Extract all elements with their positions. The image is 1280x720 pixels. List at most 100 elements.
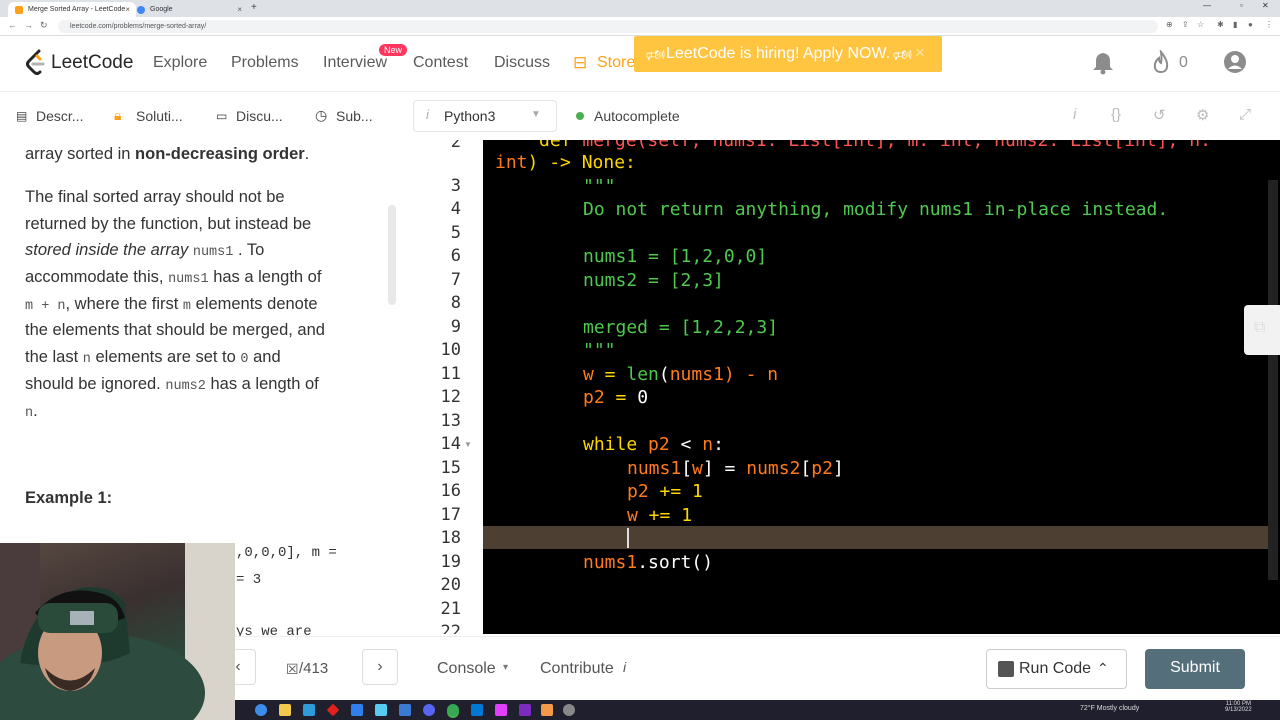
nav-contest[interactable]: Contest [413, 54, 468, 72]
code-line: nums1.sort() [583, 552, 713, 573]
editor-scrollbar[interactable] [1268, 180, 1278, 580]
fold-arrow-icon[interactable]: ▼ [464, 440, 472, 449]
settings-icon[interactable] [563, 704, 575, 716]
store-app-icon[interactable] [351, 704, 363, 716]
discord-icon[interactable] [423, 704, 435, 716]
back-icon[interactable]: ← [8, 20, 17, 30]
avatar-icon[interactable] [1223, 50, 1247, 74]
streak-count: 0 [1179, 54, 1188, 71]
nav-problems[interactable]: Problems [231, 54, 299, 72]
bell-icon[interactable] [1092, 51, 1114, 75]
autocomplete-toggle[interactable]: Autocomplete [594, 108, 680, 124]
extensions-icon[interactable]: ✱ [1217, 20, 1224, 29]
maximize-icon[interactable]: ▫ [1240, 1, 1243, 10]
desc-line: The final sorted array should not be [25, 188, 285, 206]
url-field[interactable]: leetcode.com/problems/merge-sorted-array… [58, 20, 1158, 33]
profile-icon[interactable]: ● [1248, 20, 1253, 29]
weather-widget[interactable]: 72°F Mostly cloudy [1080, 705, 1139, 712]
tab-submissions[interactable]: Sub... [336, 108, 373, 124]
close-icon[interactable]: × [915, 43, 925, 63]
code-token: [ [681, 458, 693, 479]
hiring-toast[interactable]: 🕬 LeetCode is hiring! Apply NOW. 🕬 × [634, 36, 942, 72]
code-token: ( [658, 364, 670, 385]
fullscreen-icon[interactable]: ⤢ [1239, 106, 1251, 123]
app-icon[interactable] [399, 704, 411, 716]
language-select[interactable]: i Python3 ▼ [413, 100, 557, 132]
chrome-icon[interactable] [447, 704, 459, 716]
side-tab-handle[interactable]: ⧉ [1244, 305, 1280, 355]
leetcode-logo-icon[interactable] [25, 49, 47, 75]
info-icon[interactable]: i [623, 659, 626, 675]
desc-line: m + n, where the first m elements denote [25, 295, 318, 314]
reset-icon[interactable]: ↺ [1153, 106, 1166, 124]
current-line-highlight [483, 526, 1268, 549]
line-number: 17 [440, 505, 461, 525]
browser-tab-leetcode[interactable]: Merge Sorted Array - LeetCode × [8, 2, 136, 17]
nav-explore[interactable]: Explore [153, 54, 207, 72]
forward-icon[interactable]: → [24, 20, 33, 30]
line-number: 4 [450, 199, 461, 219]
tab-title: Merge Sorted Array - LeetCode [28, 6, 126, 13]
flame-icon[interactable] [1151, 50, 1171, 74]
clock[interactable]: 11:00 PM 9/13/2022 [1225, 701, 1252, 713]
toast-text[interactable]: LeetCode is hiring! Apply NOW. [666, 45, 890, 62]
line-gutter: 2 3 4 5 6 7 8 9 10 11 12 13 14 ▼ 15 16 1… [413, 140, 483, 634]
app-diamond-icon[interactable] [326, 703, 340, 717]
bookmark-star-icon[interactable]: ☆ [1197, 20, 1204, 29]
braces-icon[interactable]: {} [1111, 106, 1121, 123]
contribute-button[interactable]: Contribute [540, 660, 614, 678]
code-editor[interactable]: 2 3 4 5 6 7 8 9 10 11 12 13 14 ▼ 15 16 1… [413, 140, 1280, 634]
code-token: int [495, 152, 528, 173]
reload-icon[interactable]: ↻ [40, 20, 48, 31]
settings-gear-icon[interactable]: ⚙ [1196, 106, 1209, 124]
inline-code: nums2 [165, 379, 206, 394]
app-icon[interactable] [495, 704, 507, 716]
new-tab-icon[interactable]: + [251, 2, 257, 13]
logo-text[interactable]: LeetCode [51, 52, 133, 74]
desc-text: elements denote [195, 295, 318, 313]
code-token: 1 [681, 505, 693, 526]
close-icon[interactable]: × [237, 5, 242, 14]
browser-tab-google[interactable]: Google × [130, 2, 248, 17]
file-explorer-icon[interactable] [279, 704, 291, 716]
info-icon[interactable]: i [1073, 106, 1076, 123]
next-problem-button[interactable]: › [362, 649, 398, 685]
code-line: def merge(self, nums1: List[int], m: int… [539, 140, 1211, 151]
code-token: w [627, 505, 638, 526]
tab-description[interactable]: Descr... [36, 108, 83, 124]
mail-icon[interactable] [303, 704, 315, 716]
problem-page-count[interactable]: /413 [299, 660, 328, 677]
app-icon[interactable] [519, 704, 531, 716]
window-close-icon[interactable]: ✕ [1262, 1, 1269, 10]
run-code-button[interactable]: Run Code ⌃ [986, 649, 1127, 689]
nav-interview[interactable]: Interview [323, 54, 387, 72]
zoom-icon[interactable]: ⊕ [1166, 20, 1173, 29]
nav-store[interactable]: Store [597, 54, 635, 72]
app-icon[interactable] [541, 704, 553, 716]
line-number: 3 [450, 176, 461, 196]
app-icon[interactable] [375, 704, 387, 716]
edge-icon[interactable] [255, 704, 267, 716]
shuffle-icon[interactable]: ☒ [286, 661, 299, 678]
menu-kebab-icon[interactable]: ⋮ [1265, 20, 1273, 29]
nav-discuss[interactable]: Discuss [494, 54, 550, 72]
tab-solution[interactable]: Soluti... [136, 108, 183, 124]
code-line: w = len(nums1) - n [583, 364, 778, 385]
line-number: 19 [440, 552, 461, 572]
code-token: += [648, 481, 693, 502]
description-icon: ▤ [16, 109, 28, 123]
console-button[interactable]: Console [437, 660, 496, 678]
share-icon[interactable]: ⇪ [1182, 20, 1189, 29]
code-square-icon [998, 661, 1014, 677]
code-token: def [539, 140, 583, 151]
code-line: p2 += 1 [627, 481, 703, 502]
minimize-icon[interactable]: — [1203, 1, 1211, 10]
sidebar-icon[interactable]: ▮ [1233, 20, 1237, 29]
inline-code: nums1 [192, 245, 234, 260]
tab-discuss[interactable]: Discu... [236, 108, 283, 124]
submit-button[interactable]: Submit [1145, 649, 1245, 689]
vscode-icon[interactable] [471, 704, 483, 716]
line-number: 12 [440, 387, 461, 407]
clock-icon: ◷ [315, 107, 328, 123]
description-scrollbar[interactable] [388, 205, 396, 305]
